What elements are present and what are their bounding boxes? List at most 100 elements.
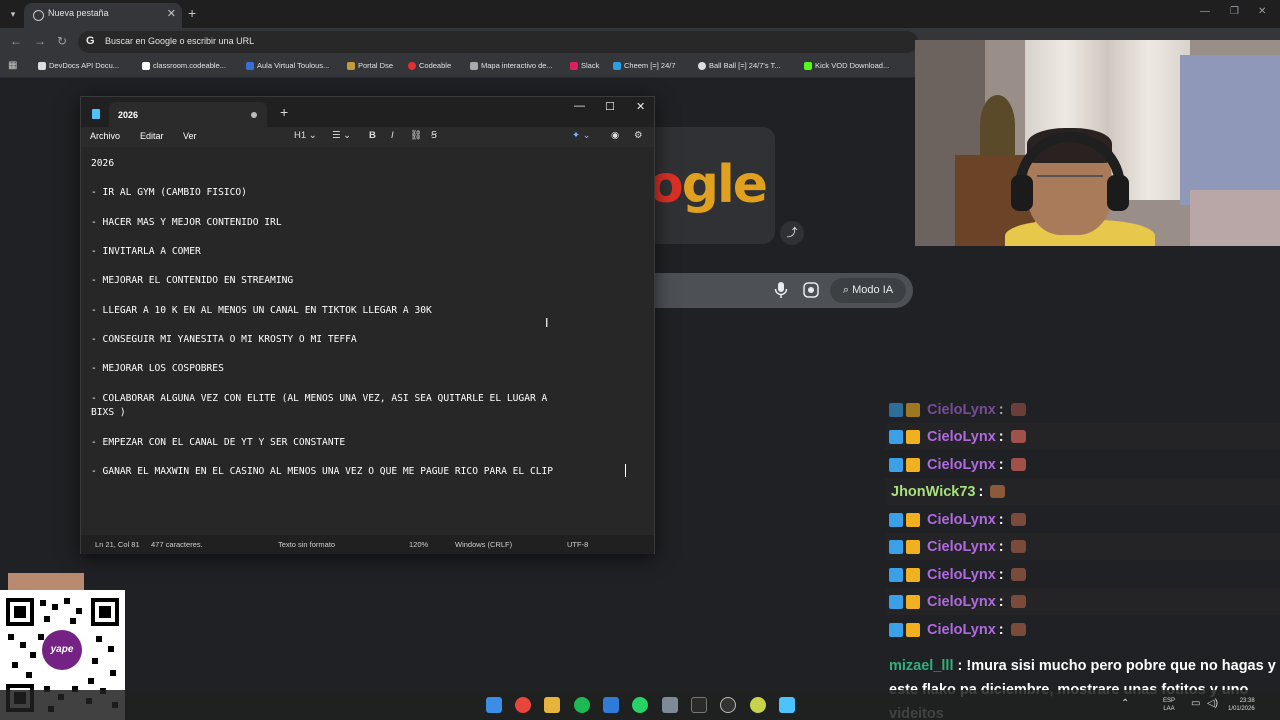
crown-badge-icon bbox=[906, 402, 920, 417]
yape-logo: yape bbox=[42, 630, 82, 670]
chat-username: mizael_lll bbox=[889, 658, 954, 674]
back-icon[interactable]: ← bbox=[10, 34, 22, 48]
crown-badge-icon bbox=[906, 622, 920, 637]
chat-row: CieloLynx: bbox=[885, 616, 1280, 643]
spotify-icon[interactable] bbox=[574, 697, 590, 713]
start-windows-icon[interactable] bbox=[486, 697, 502, 713]
windows-taskbar: ⌃ ESP LAA ▭ ◁) 23:38 1/01/2026 bbox=[0, 690, 1280, 720]
address-bar[interactable]: G Buscar en Google o escribir una URL bbox=[78, 31, 918, 53]
volume-icon[interactable]: ◁) bbox=[1207, 698, 1218, 709]
chat-username: JhonWick73 bbox=[891, 483, 976, 500]
emote-icon bbox=[1010, 595, 1026, 608]
crown-badge-icon bbox=[906, 429, 920, 444]
text-line: - CONSEGUIR MI YANESITA O MI KROSTY O MI… bbox=[91, 334, 357, 345]
chat-username: CieloLynx bbox=[927, 593, 996, 610]
minimize-icon[interactable]: — bbox=[1200, 6, 1210, 17]
bookmark[interactable]: Slack bbox=[570, 61, 599, 70]
format-status[interactable]: Texto sin formato bbox=[278, 540, 335, 549]
crown-badge-icon bbox=[906, 457, 920, 472]
close-window-icon[interactable]: ✕ bbox=[1258, 6, 1266, 17]
settings-gear-icon[interactable]: ⚙ bbox=[634, 130, 643, 141]
italic-button[interactable]: I bbox=[391, 130, 394, 141]
notepad-new-tab-button[interactable]: + bbox=[280, 104, 288, 120]
unsaved-dot-icon[interactable] bbox=[251, 112, 257, 118]
browser-tabstrip: ▾ Nueva pestaña ✕ + — ❐ ✕ bbox=[0, 0, 1280, 28]
edit-app-icon[interactable] bbox=[691, 697, 707, 713]
menu-edit[interactable]: Editar bbox=[140, 131, 164, 141]
monitor-icon[interactable]: ▭ bbox=[1191, 698, 1200, 709]
crown-badge-icon bbox=[906, 594, 920, 609]
encoding-status[interactable]: UTF-8 bbox=[567, 540, 588, 549]
chrome-icon[interactable] bbox=[515, 697, 531, 713]
menu-file[interactable]: Archivo bbox=[90, 131, 120, 141]
notepad-close-icon[interactable]: ✕ bbox=[636, 100, 645, 113]
store-icon[interactable] bbox=[603, 697, 619, 713]
link-icon[interactable]: ⛓ bbox=[410, 130, 422, 141]
google-doodle[interactable]: ogle bbox=[640, 127, 775, 244]
tray-chevron-icon[interactable]: ⌃ bbox=[1121, 698, 1129, 709]
microphone-icon[interactable] bbox=[774, 282, 788, 298]
menu-view[interactable]: Ver bbox=[183, 131, 197, 141]
close-tab-icon[interactable]: ✕ bbox=[167, 7, 176, 20]
bold-button[interactable]: B bbox=[369, 130, 376, 141]
settings-app-icon[interactable] bbox=[662, 697, 678, 713]
face-cam-crop bbox=[8, 573, 84, 590]
notepad-minimize-icon[interactable]: — bbox=[574, 100, 585, 112]
google-search-box[interactable]: ⌕ Modo IA bbox=[640, 273, 913, 308]
reload-icon[interactable]: ↻ bbox=[57, 34, 67, 48]
webcam-overlay bbox=[915, 40, 1280, 246]
badge-icon bbox=[889, 622, 903, 637]
whatsapp-icon[interactable] bbox=[632, 697, 648, 713]
tab-search-icon[interactable]: ▾ bbox=[4, 5, 22, 23]
bookmark[interactable]: Mapa interactivo de... bbox=[470, 61, 553, 70]
emote-icon bbox=[1010, 403, 1026, 416]
apps-grid-icon[interactable]: ▦ bbox=[8, 60, 17, 71]
copilot-icon[interactable]: ✦ ⌄ bbox=[572, 130, 591, 141]
ai-mode-button[interactable]: ⌕ Modo IA bbox=[830, 278, 906, 303]
notepad-tab-title: 2026 bbox=[118, 110, 139, 120]
bookmark[interactable]: Portal Dse bbox=[347, 61, 393, 70]
bookmark[interactable]: Aula Virtual Toulous... bbox=[246, 61, 329, 70]
google-logo: ogle bbox=[648, 155, 768, 215]
chat-username: CieloLynx bbox=[927, 428, 996, 445]
heading-dropdown[interactable]: H1 ⌄ bbox=[294, 130, 317, 141]
yellow-app-icon[interactable] bbox=[750, 697, 766, 713]
obs-icon[interactable] bbox=[720, 697, 736, 713]
text-line: - COLABORAR ALGUNA VEZ CON ELITE (AL MEN… bbox=[91, 393, 548, 404]
zoom-level[interactable]: 120% bbox=[409, 540, 428, 549]
text-line: - GANAR EL MAXWIN EN EL CASINO AL MENOS … bbox=[91, 466, 554, 477]
bookmark[interactable]: Ball Ball [=] 24/7's T... bbox=[698, 61, 781, 70]
stream-chat: CieloLynx: CieloLynx: CieloLynx: JhonWic… bbox=[885, 396, 1280, 720]
google-lens-icon[interactable] bbox=[803, 282, 819, 298]
clock[interactable]: 23:38 1/01/2026 bbox=[1228, 697, 1255, 713]
badge-icon bbox=[889, 429, 903, 444]
share-icon[interactable]: ⤴ bbox=[780, 221, 804, 245]
maximize-icon[interactable]: ❐ bbox=[1230, 6, 1239, 17]
bookmark[interactable]: Kick VOD Download... bbox=[804, 61, 889, 70]
notepad-editor[interactable]: 2026 - IR AL GYM (CAMBIO FISICO) - HACER… bbox=[81, 147, 654, 535]
clear-format-icon[interactable]: Ꞩ bbox=[431, 130, 437, 141]
chat-row: CieloLynx: bbox=[885, 396, 1280, 423]
new-tab-button[interactable]: + bbox=[188, 5, 196, 21]
file-explorer-icon[interactable] bbox=[544, 697, 560, 713]
bookmark[interactable]: classroom.codeable... bbox=[142, 61, 226, 70]
text-line: - IR AL GYM (CAMBIO FISICO) bbox=[91, 187, 247, 198]
badge-icon bbox=[889, 594, 903, 609]
notepad-maximize-icon[interactable]: ☐ bbox=[605, 100, 615, 113]
emote-icon bbox=[1010, 623, 1026, 636]
globe-icon bbox=[33, 10, 44, 21]
cursor-position: Ln 21, Col 81 bbox=[95, 540, 140, 549]
notepad-taskbar-icon[interactable] bbox=[779, 697, 795, 713]
line-ending-status[interactable]: Windows (CRLF) bbox=[455, 540, 512, 549]
emote-icon bbox=[1010, 540, 1026, 553]
notepad-tab[interactable]: 2026 bbox=[109, 102, 267, 127]
language-indicator[interactable]: ESP LAA bbox=[1163, 697, 1175, 713]
forward-icon[interactable]: → bbox=[34, 34, 46, 48]
bookmark[interactable]: Cheem [=] 24/7 bbox=[613, 61, 676, 70]
bookmark[interactable]: DevDocs API Docu... bbox=[38, 61, 119, 70]
browser-tab[interactable]: Nueva pestaña ✕ bbox=[24, 3, 182, 28]
account-icon[interactable]: ◉ bbox=[611, 130, 619, 141]
text-line: - MEJORAR LOS COSPOBRES bbox=[91, 363, 224, 374]
list-dropdown[interactable]: ☰ ⌄ bbox=[332, 130, 351, 141]
bookmark[interactable]: Codeable bbox=[408, 61, 451, 70]
